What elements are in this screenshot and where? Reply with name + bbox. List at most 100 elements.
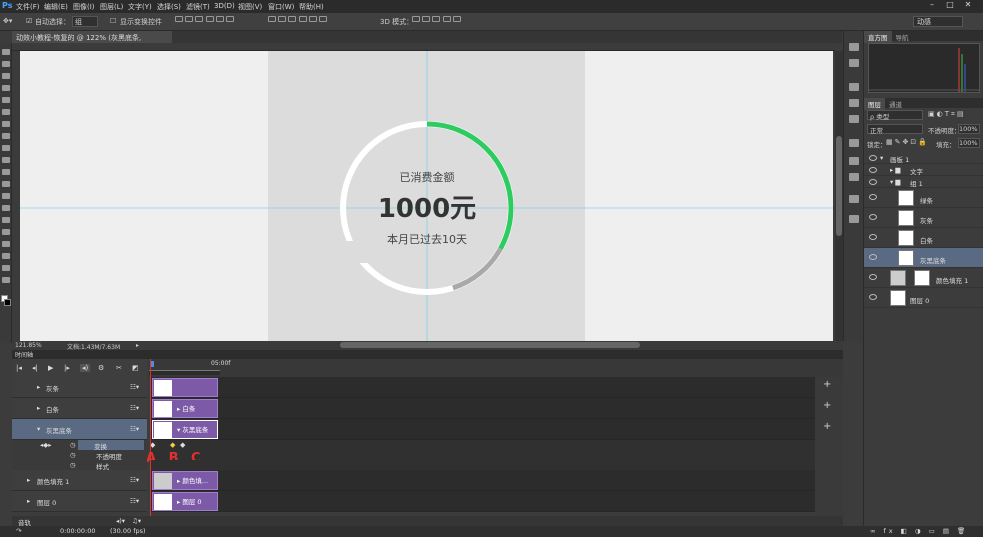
auto-select-checkbox[interactable]: ☑ bbox=[26, 17, 32, 25]
history-brush-icon[interactable] bbox=[2, 157, 10, 163]
3d-panel-icon[interactable] bbox=[849, 195, 859, 203]
timeline-ruler[interactable]: 05:00f bbox=[149, 359, 843, 377]
lock-icons[interactable]: ▦✎✥⊡🔒 bbox=[886, 138, 929, 146]
menu-view[interactable]: 视图(V) bbox=[238, 2, 262, 12]
menu-help[interactable]: 帮助(H) bbox=[299, 2, 324, 12]
menu-3d[interactable]: 3D(D) bbox=[214, 2, 235, 10]
fill-input[interactable]: 100% bbox=[958, 138, 980, 148]
path-select-icon[interactable] bbox=[2, 241, 10, 247]
background-color-swatch[interactable] bbox=[4, 299, 11, 306]
tab-histogram[interactable]: 直方图 bbox=[864, 31, 892, 43]
glyphs-panel-icon[interactable] bbox=[849, 215, 859, 223]
blend-mode-select[interactable]: 正常 bbox=[867, 124, 923, 135]
menu-window[interactable]: 窗口(W) bbox=[268, 2, 294, 12]
timeline-clip[interactable]: ▸ 颜色填... bbox=[152, 471, 218, 490]
close-icon[interactable]: ✕ bbox=[959, 0, 977, 9]
timeline-clip[interactable]: ▸ 白条 bbox=[152, 399, 218, 418]
auto-select-dropdown[interactable]: 组 bbox=[72, 16, 98, 27]
split-icon[interactable]: ✂ bbox=[116, 364, 122, 372]
timeline-clip[interactable] bbox=[152, 378, 218, 397]
paragraph-panel-icon[interactable] bbox=[849, 173, 859, 181]
play-icon[interactable]: ▶ bbox=[48, 364, 53, 372]
move-tool-icon[interactable]: ✥▾ bbox=[3, 17, 12, 25]
layer-menu-icon[interactable]: ☷▾ bbox=[130, 404, 139, 412]
audio-icon[interactable]: ◂) bbox=[80, 364, 91, 372]
stopwatch-icon[interactable]: ◷ bbox=[70, 451, 76, 459]
layer-menu-icon[interactable]: ☷▾ bbox=[130, 476, 139, 484]
maximize-icon[interactable]: □ bbox=[941, 0, 959, 9]
document-tab[interactable]: 动效小教程-恢复的 @ 122% (灰黑底条, RGB/16) * × bbox=[12, 31, 172, 51]
vertical-scrollbar[interactable] bbox=[835, 51, 843, 341]
timeline-layer-row[interactable]: ▸ 白条 ☷▾ bbox=[12, 398, 147, 419]
layer-row[interactable]: 白条 bbox=[864, 228, 983, 248]
work-area-bar[interactable] bbox=[149, 370, 220, 375]
zoom-tool-icon[interactable] bbox=[2, 277, 10, 283]
layer-row[interactable]: 颜色填充 1 bbox=[864, 268, 983, 288]
add-media-icon[interactable]: + bbox=[823, 379, 831, 390]
brush-tool-icon[interactable] bbox=[2, 133, 10, 139]
hand-tool-icon[interactable] bbox=[2, 265, 10, 271]
eraser-icon[interactable] bbox=[2, 169, 10, 175]
blur-icon[interactable] bbox=[2, 193, 10, 199]
crop-tool-icon[interactable] bbox=[2, 97, 10, 103]
menu-image[interactable]: 图像(I) bbox=[73, 2, 95, 12]
tab-channels[interactable]: 通道 bbox=[885, 98, 906, 110]
3d-mode-icons[interactable] bbox=[412, 16, 461, 24]
align-icons[interactable] bbox=[175, 16, 235, 24]
swatches-panel-icon[interactable] bbox=[849, 99, 859, 107]
timeline-clip-selected[interactable]: ▾ 灰黑底条 bbox=[152, 420, 218, 439]
menu-layer[interactable]: 图层(L) bbox=[100, 2, 123, 12]
type-tool-icon[interactable] bbox=[2, 229, 10, 235]
menu-file[interactable]: 文件(F) bbox=[16, 2, 40, 12]
marquee-tool-icon[interactable] bbox=[2, 61, 10, 67]
healing-brush-icon[interactable] bbox=[2, 121, 10, 127]
timeline-layer-row[interactable]: ▸ 灰条 ☷▾ bbox=[12, 377, 147, 398]
timeline-layer-row-selected[interactable]: ▾ 灰黑底条 ☷▾ bbox=[12, 419, 147, 440]
add-media-icon[interactable]: + bbox=[823, 400, 831, 411]
stopwatch-icon[interactable]: ◷ bbox=[70, 441, 76, 449]
actions-panel-icon[interactable] bbox=[849, 59, 859, 67]
layer-row-artboard[interactable]: ▾ 画板 1 bbox=[864, 152, 983, 164]
filter-icons[interactable]: ▣◐T⌗▤ bbox=[928, 110, 966, 119]
layer-menu-icon[interactable]: ☷▾ bbox=[130, 383, 139, 391]
layer-row[interactable]: 图层 0 bbox=[864, 288, 983, 308]
layer-row-selected[interactable]: 灰黑底条 bbox=[864, 248, 983, 268]
pen-tool-icon[interactable] bbox=[2, 217, 10, 223]
layer-filter-select[interactable]: ρ 类型 bbox=[867, 110, 923, 121]
canvas[interactable]: 已消费金额 1000元 本月已过去10天 bbox=[20, 51, 833, 341]
distribute-icons[interactable] bbox=[268, 16, 328, 24]
vertical-scroll-thumb[interactable] bbox=[836, 136, 842, 236]
opacity-input[interactable]: 100% bbox=[958, 124, 980, 134]
tab-navigator[interactable]: 导航 bbox=[892, 31, 913, 43]
menu-select[interactable]: 选择(S) bbox=[157, 2, 181, 12]
layer-row-folder[interactable]: ▾ ▆ 组 1 bbox=[864, 176, 983, 188]
layer-menu-icon[interactable]: ☷▾ bbox=[130, 425, 139, 433]
minimize-icon[interactable]: – bbox=[923, 0, 941, 9]
properties-panel-icon[interactable] bbox=[849, 139, 859, 147]
property-row-opacity[interactable]: ◷ 不透明度 bbox=[12, 450, 147, 461]
layer-menu-icon[interactable]: ☷▾ bbox=[130, 497, 139, 505]
next-frame-icon[interactable]: |▸ bbox=[64, 364, 70, 372]
timeline-clip[interactable]: ▸ 图层 0 bbox=[152, 492, 218, 511]
property-row-transform[interactable]: ◂◆▸ ◷ 变换 bbox=[12, 440, 147, 451]
history-panel-icon[interactable] bbox=[849, 43, 859, 51]
lasso-tool-icon[interactable] bbox=[2, 73, 10, 79]
horizontal-scrollbar[interactable] bbox=[150, 341, 835, 350]
audio-mute-icon[interactable]: ◂)▾ bbox=[116, 517, 125, 525]
menu-edit[interactable]: 编辑(E) bbox=[44, 2, 68, 12]
move-tool-icon[interactable] bbox=[2, 49, 10, 55]
color-panel-icon[interactable] bbox=[849, 83, 859, 91]
character-panel-icon[interactable] bbox=[849, 157, 859, 165]
horizontal-scroll-thumb[interactable] bbox=[340, 342, 640, 348]
menu-filter[interactable]: 滤镜(T) bbox=[186, 2, 210, 12]
status-arrow-icon[interactable]: ▸ bbox=[136, 342, 139, 349]
keyframe-nav-icon[interactable]: ◂◆▸ bbox=[40, 441, 52, 449]
zoom-level[interactable]: 121.85% bbox=[15, 342, 42, 349]
prev-frame-icon[interactable]: ◂| bbox=[32, 364, 38, 372]
settings-icon[interactable]: ⚙ bbox=[98, 364, 104, 372]
tab-layers[interactable]: 图层 bbox=[864, 98, 885, 110]
timeline-panel-title[interactable]: 时间轴 bbox=[12, 350, 843, 359]
layer-row-folder[interactable]: ▸ ▆ 文字 bbox=[864, 164, 983, 176]
clone-stamp-icon[interactable] bbox=[2, 145, 10, 151]
quick-select-icon[interactable] bbox=[2, 85, 10, 91]
